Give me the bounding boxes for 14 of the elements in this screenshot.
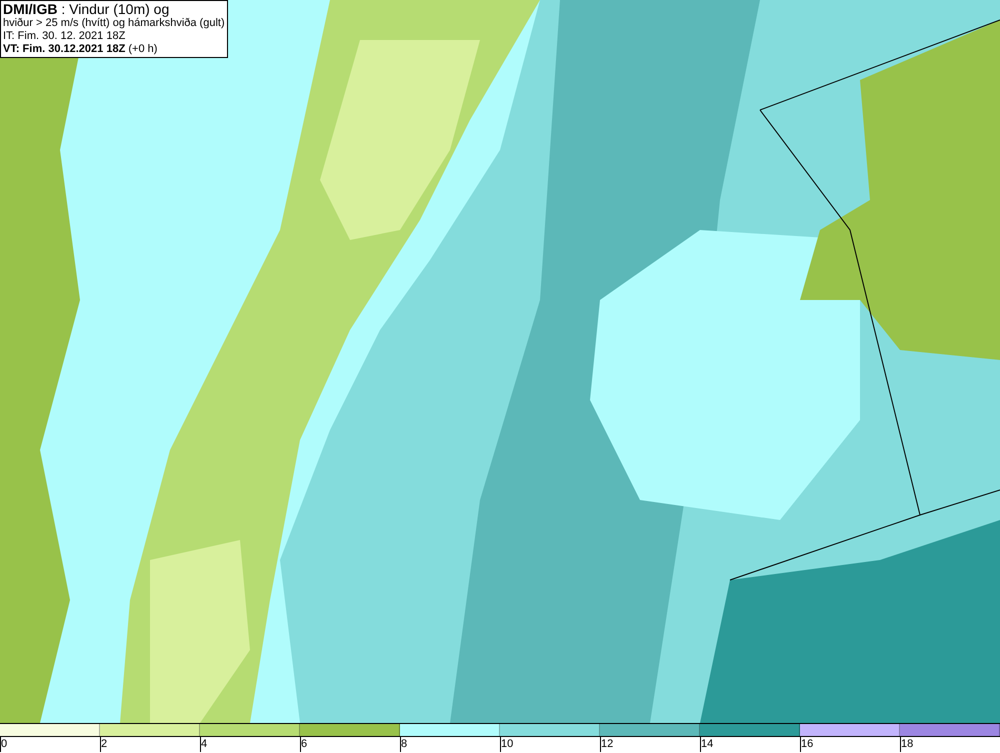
tick-label: 10 [500,737,514,752]
tick-label: 4 [200,737,208,752]
tick-label: 8 [400,737,408,752]
tick-label: 12 [600,737,614,752]
tick-label: 0 [0,737,8,752]
title-line: VT: Fim. 30.12.2021 18Z (+0 h) [3,43,158,56]
title-line: DMI/IGB : Vindur (10m) og [3,2,170,17]
tick-label: 6 [300,737,308,752]
tick-label: 14 [700,737,714,752]
tick-label: 2 [100,737,108,752]
tick-label: 18 [900,737,914,752]
title-line: hviður > 25 m/s (hvítt) og hámarkshviða (gult) [3,17,225,30]
title-line: IT: Fim. 30. 12. 2021 18Z [3,30,126,43]
tick-label: 16 [800,737,814,752]
